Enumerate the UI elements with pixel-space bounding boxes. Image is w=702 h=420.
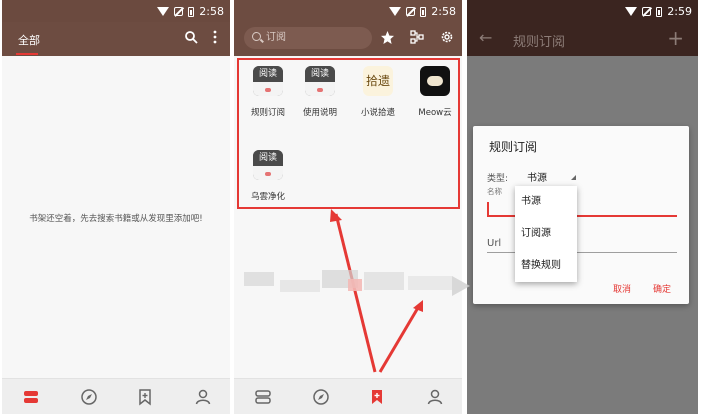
mute-icon — [642, 7, 652, 16]
subscription-tile[interactable]: Meow云 — [407, 66, 462, 118]
star-icon[interactable] — [380, 30, 395, 50]
status-bar: 2:58 — [2, 0, 230, 22]
yuedu-app-icon: 阅读 — [305, 66, 335, 96]
add-icon[interactable]: + — [667, 26, 684, 50]
status-time: 2:58 — [431, 5, 456, 18]
type-dropdown-menu: 书源 订阅源 替换规则 — [515, 186, 577, 282]
dropdown-caret-icon[interactable] — [571, 175, 576, 180]
back-arrow-icon[interactable]: ← — [479, 28, 492, 47]
top-app-bar: 全部 — [2, 22, 230, 56]
mute-icon — [406, 7, 416, 16]
page-title: 规则订阅 — [513, 35, 566, 50]
subscription-tile[interactable]: 拾遗 小说拾遗 — [350, 66, 406, 118]
battery-icon — [656, 6, 663, 17]
status-bar: 2:59 — [467, 0, 698, 22]
search-icon — [252, 32, 261, 41]
status-bar: 2:58 — [234, 0, 462, 22]
empty-shelf-message: 书架还空着，先去搜索书籍或从发现里添加吧! — [29, 214, 203, 224]
search-placeholder: 订阅 — [266, 32, 286, 43]
subscription-tile[interactable]: 阅读 使用说明 — [292, 66, 348, 118]
tile-label: 规则订阅 — [250, 108, 285, 118]
name-field-label: 名称 — [487, 187, 502, 196]
subscription-tile[interactable]: 阅读 规则订阅 — [240, 66, 296, 118]
bottom-navigation — [2, 378, 230, 414]
wifi-icon — [157, 7, 170, 16]
dropdown-option-subscription-source[interactable]: 订阅源 — [515, 218, 577, 250]
wifi-icon — [625, 7, 638, 16]
tile-label: 小说拾遗 — [360, 108, 395, 118]
meow-cloud-icon — [420, 66, 450, 96]
nav-profile-icon[interactable] — [194, 388, 212, 406]
mute-icon — [174, 7, 184, 16]
bottom-navigation — [234, 378, 462, 414]
battery-icon — [420, 6, 427, 17]
battery-icon — [188, 6, 195, 17]
nav-profile-icon[interactable] — [426, 388, 444, 406]
settings-gear-icon[interactable] — [440, 30, 454, 49]
nav-bookshelf-icon[interactable] — [22, 388, 40, 406]
novel-calligraphy-icon: 拾遗 — [363, 66, 393, 96]
wifi-icon — [389, 7, 402, 16]
top-app-bar: 订阅 — [234, 22, 462, 56]
dropdown-option-book-source[interactable]: 书源 — [515, 186, 577, 218]
search-input[interactable]: 订阅 — [244, 27, 372, 49]
status-time: 2:58 — [199, 5, 224, 18]
yuedu-app-icon: 阅读 — [253, 66, 283, 96]
cancel-button[interactable]: 取消 — [613, 282, 631, 295]
nav-discover-icon[interactable] — [80, 388, 98, 406]
tile-label: Meow云 — [418, 108, 452, 118]
subscription-screen: 2:58 订阅 阅读 规则订阅 阅读 使用说明 拾遗 小说拾遗 Meow云 阅读… — [234, 0, 462, 414]
nav-discover-icon[interactable] — [312, 388, 330, 406]
subscription-tile[interactable]: 阅读 乌雲净化 — [240, 150, 296, 202]
type-select[interactable]: 书源 — [527, 169, 547, 184]
rule-subscription-icon[interactable] — [410, 30, 424, 49]
dropdown-option-replace-rule[interactable]: 替换规则 — [515, 250, 577, 282]
confirm-button[interactable]: 确定 — [653, 282, 671, 295]
rule-subscription-dialog: 规则订阅 类型: 书源 名称 Url 取消 确定 — [473, 126, 689, 304]
url-field-label: Url — [487, 238, 502, 249]
nav-subscription-icon[interactable] — [136, 388, 154, 406]
type-label: 类型: — [487, 174, 509, 184]
tile-label: 使用说明 — [302, 108, 337, 118]
nav-subscription-icon[interactable] — [368, 388, 386, 406]
dialog-title: 规则订阅 — [489, 140, 538, 154]
tile-label: 乌雲净化 — [250, 192, 285, 202]
nav-bookshelf-icon[interactable] — [254, 388, 272, 406]
text-cursor — [487, 202, 489, 215]
search-icon[interactable] — [184, 30, 198, 49]
tab-indicator — [16, 53, 38, 55]
more-options-icon[interactable] — [212, 30, 218, 49]
tab-all[interactable]: 全部 — [18, 32, 40, 48]
rule-subscription-screen: 2:59 ← 规则订阅 + 规则订阅 类型: 书源 名称 Url 取消 确定 书… — [467, 0, 698, 414]
yuedu-app-icon: 阅读 — [253, 150, 283, 180]
bookshelf-screen: 2:58 全部 书架还空着，先去搜索书籍或从发现里添加吧! — [2, 0, 230, 414]
status-time: 2:59 — [667, 5, 692, 18]
top-app-bar: ← 规则订阅 + — [467, 22, 698, 56]
